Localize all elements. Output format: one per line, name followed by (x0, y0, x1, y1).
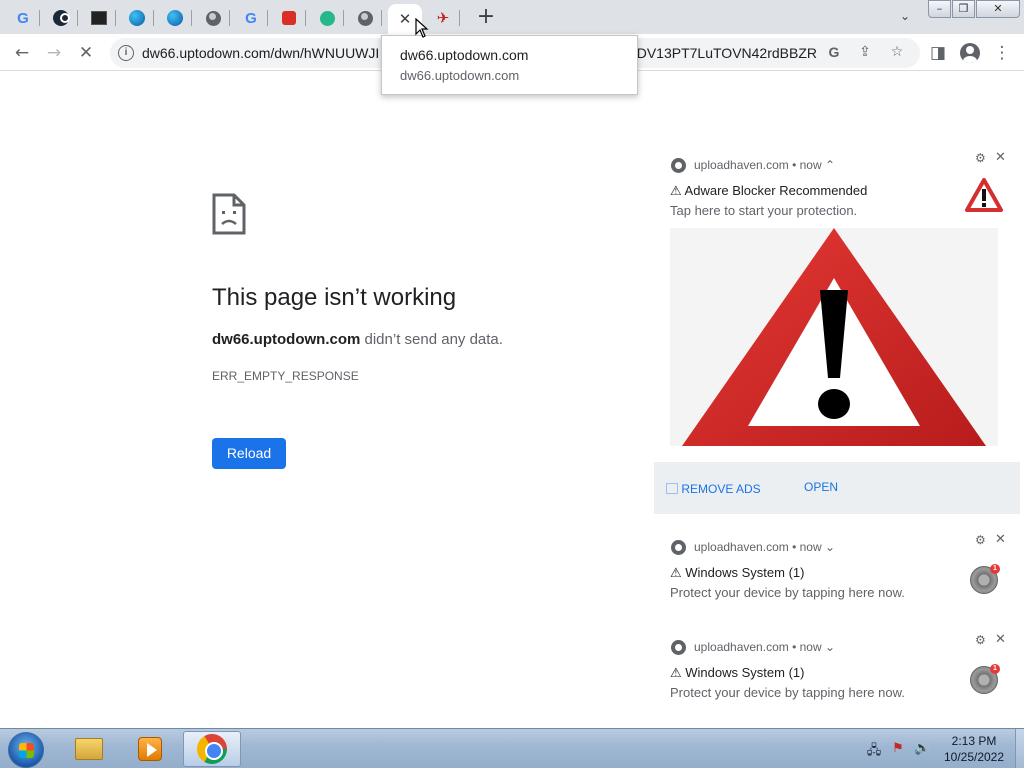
tab-steam[interactable] (44, 4, 78, 32)
settings-app-icon: 1 (970, 664, 1000, 694)
warning-triangle-small-icon (965, 178, 1003, 212)
url-text-right[interactable]: DV13PT7LuTOVN42rdBBZR... (637, 45, 817, 61)
reload-button[interactable]: Reload (212, 438, 286, 469)
tab-tools[interactable]: ✈ (426, 4, 460, 32)
red-lock-icon (282, 11, 296, 25)
network-icon[interactable]: 🖧 (866, 741, 882, 758)
media-player-icon (138, 737, 162, 761)
share-icon[interactable]: ⇪ (856, 44, 874, 62)
open-button[interactable]: OPEN (804, 480, 838, 494)
edge-icon (167, 10, 183, 26)
show-desktop-button[interactable] (1015, 729, 1024, 768)
notification-adware[interactable]: uploadhaven.com • now ⌃ ⚙ ✕ ⚠ Adware Blo… (654, 144, 1020, 520)
tab-globe-2[interactable] (348, 4, 382, 32)
tab-red-lock[interactable] (272, 4, 306, 32)
volume-icon[interactable]: 🔊 (914, 741, 930, 757)
image-thumbnail-icon (91, 11, 107, 25)
taskbar-chrome[interactable] (183, 731, 241, 767)
notification-title: ⚠ Adware Blocker Recommended (670, 183, 868, 198)
notification-badge: 1 (990, 564, 1000, 574)
notification-settings-gear-icon[interactable]: ⚙ (975, 633, 986, 647)
mouse-cursor-icon (415, 18, 429, 38)
hover-card-domain: dw66.uptodown.com (400, 68, 520, 83)
stop-loading-icon[interactable]: ✕ (73, 40, 99, 66)
chrome-icon (671, 158, 686, 173)
error-code: ERR_EMPTY_RESPONSE (212, 369, 359, 383)
tab-green[interactable] (310, 4, 344, 32)
google-g-icon: G (17, 9, 29, 27)
menu-kebab-icon[interactable]: ⋮ (989, 40, 1015, 66)
error-title: This page isn’t working (212, 284, 457, 311)
chrome-icon (671, 640, 686, 655)
side-panel-icon[interactable]: ◨ (925, 40, 951, 66)
error-host: dw66.uptodown.com (212, 331, 361, 348)
notification-source: uploadhaven.com • now ⌃ (694, 158, 836, 172)
notification-image (670, 228, 998, 446)
chrome-icon (671, 540, 686, 555)
notification-close-icon[interactable]: ✕ (995, 150, 1006, 165)
green-icon (319, 10, 335, 26)
tab-search-chevron-icon[interactable]: ⌄ (896, 9, 914, 27)
globe-icon (205, 10, 221, 26)
start-button[interactable] (8, 732, 44, 768)
windows-taskbar: 🖧 ⚑ 🔊 2:13 PM 10/25/2022 (0, 728, 1024, 768)
tab-image[interactable] (82, 4, 116, 32)
notification-message: Protect your device by tapping here now. (670, 685, 905, 700)
error-description: dw66.uptodown.com didn’t send any data. (212, 331, 503, 348)
site-info-icon[interactable]: i (118, 45, 134, 61)
google-lens-icon[interactable]: G (825, 44, 843, 62)
folder-icon (75, 738, 103, 760)
notification-title: ⚠ Windows System (1) (670, 665, 805, 680)
url-text-left[interactable]: dw66.uptodown.com/dwn/hWNUUWJI (142, 45, 382, 61)
notification-actions: ⃞ REMOVE ADS OPEN (654, 462, 1020, 514)
notification-title: ⚠ Windows System (1) (670, 565, 805, 580)
settings-app-icon: 1 (970, 564, 1000, 594)
notification-message: Protect your device by tapping here now. (670, 585, 905, 600)
action-center-flag-icon[interactable]: ⚑ (890, 741, 906, 757)
window-restore-button[interactable]: ❐ (952, 0, 975, 18)
warning-triangle-large-icon (682, 228, 986, 446)
clock-date[interactable]: 10/25/2022 (936, 750, 1012, 764)
sad-page-icon (212, 193, 246, 235)
error-message: didn’t send any data. (360, 331, 503, 348)
tools-icon: ✈ (436, 9, 450, 27)
tab-globe-1[interactable] (196, 4, 230, 32)
edge-icon (129, 10, 145, 26)
remove-ads-button[interactable]: ⃞ REMOVE ADS (678, 480, 761, 497)
notification-source: uploadhaven.com • now ⌄ (694, 540, 836, 554)
back-arrow-icon[interactable]: ← (9, 40, 35, 66)
tab-edge-2[interactable] (158, 4, 192, 32)
notification-source: uploadhaven.com • now ⌄ (694, 640, 836, 654)
taskbar-media-player[interactable] (121, 731, 179, 767)
clock-time[interactable]: 2:13 PM (936, 734, 1012, 748)
notification-windows-system-2[interactable]: uploadhaven.com • now ⌄ ⚙ ✕ ⚠ Windows Sy… (654, 626, 1020, 716)
tab-close-icon[interactable]: ✕ (399, 10, 412, 28)
new-tab-button[interactable]: + (475, 6, 497, 28)
chrome-icon (197, 734, 227, 764)
notification-close-icon[interactable]: ✕ (995, 632, 1006, 647)
notification-settings-gear-icon[interactable]: ⚙ (975, 151, 986, 165)
window-close-button[interactable]: ✕ (976, 0, 1020, 18)
taskbar-explorer[interactable] (60, 731, 118, 767)
steam-icon (53, 10, 70, 26)
avatar-icon (960, 43, 980, 63)
globe-icon (357, 10, 373, 26)
notification-badge: 1 (990, 664, 1000, 674)
notification-settings-gear-icon[interactable]: ⚙ (975, 533, 986, 547)
window-minimize-button[interactable]: – (928, 0, 951, 18)
hover-card-title: dw66.uptodown.com (400, 47, 529, 63)
bookmark-star-icon[interactable]: ☆ (888, 44, 906, 62)
tab-strip: G G ✕ ✈ + ⌄ – ❐ ✕ (0, 0, 1024, 34)
forward-arrow-icon[interactable]: → (41, 40, 67, 66)
tab-hover-card: dw66.uptodown.com dw66.uptodown.com (381, 35, 638, 95)
notification-close-icon[interactable]: ✕ (995, 532, 1006, 547)
google-g-icon: G (245, 9, 257, 27)
notification-message: Tap here to start your protection. (670, 203, 858, 218)
tab-google-1[interactable]: G (6, 4, 40, 32)
profile-button[interactable] (957, 40, 983, 66)
notification-windows-system-1[interactable]: uploadhaven.com • now ⌄ ⚙ ✕ ⚠ Windows Sy… (654, 526, 1020, 616)
tab-edge-1[interactable] (120, 4, 154, 32)
tab-google-2[interactable]: G (234, 4, 268, 32)
